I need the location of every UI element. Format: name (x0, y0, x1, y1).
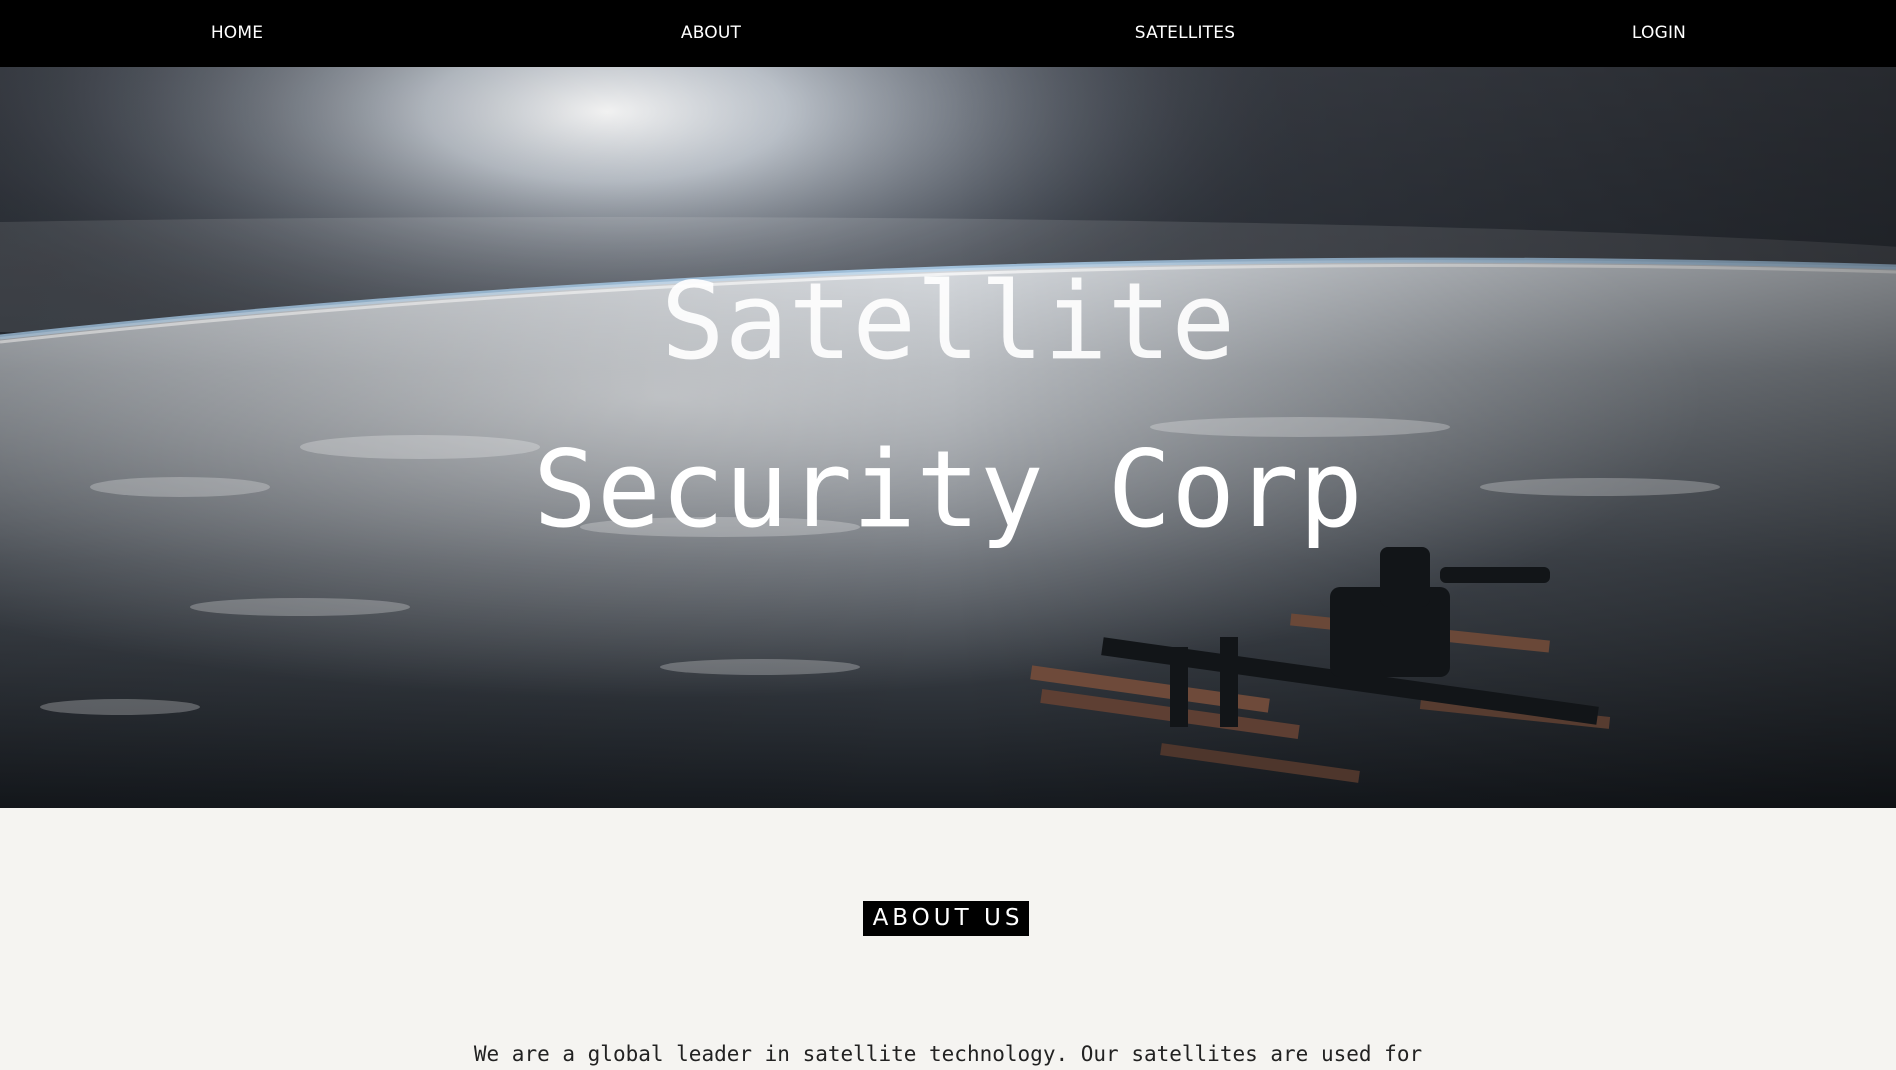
nav-login-link[interactable]: LOGIN (1422, 0, 1896, 67)
about-heading: ABOUT US (863, 901, 1029, 936)
about-section: ABOUT US We are a global leader in satel… (0, 808, 1896, 1070)
hero-title-line1: Satellite (660, 260, 1236, 383)
about-paragraph: We are a global leader in satellite tech… (473, 1042, 1423, 1066)
nav-satellites-link[interactable]: SATELLITES (948, 0, 1422, 67)
hero-title: Satellite Security Corp (0, 67, 1896, 808)
hero-section: Satellite Security Corp (0, 67, 1896, 808)
nav-about-link[interactable]: ABOUT (474, 0, 948, 67)
nav-home-link[interactable]: HOME (0, 0, 474, 67)
top-navigation: HOME ABOUT SATELLITES LOGIN (0, 0, 1896, 67)
hero-title-line2: Security Corp (533, 428, 1363, 551)
